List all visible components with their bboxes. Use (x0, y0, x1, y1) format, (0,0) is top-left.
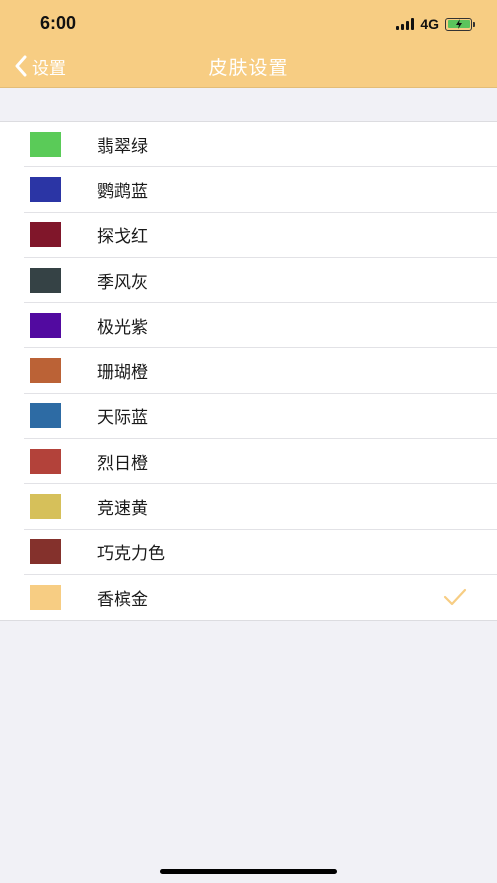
skin-row[interactable]: 烈日橙 (24, 439, 497, 485)
skin-row[interactable]: 鹦鹉蓝 (24, 167, 497, 213)
color-swatch (30, 222, 61, 248)
skin-row[interactable]: 极光紫 (24, 303, 497, 349)
skin-row[interactable]: 巧克力色 (24, 530, 497, 575)
color-swatch (30, 494, 61, 520)
color-swatch (30, 312, 61, 338)
skin-name: 竞速黄 (97, 499, 148, 520)
color-swatch (30, 176, 61, 202)
skin-name: 巧克力色 (97, 544, 165, 565)
skin-name: 翡翠绿 (97, 136, 148, 157)
home-indicator[interactable] (160, 869, 337, 874)
status-indicators: 4G (396, 15, 475, 33)
navigation-header: 6:00 4G 设置 皮肤设置 (0, 0, 497, 88)
skin-row[interactable]: 珊瑚橙 (24, 348, 497, 394)
status-time: 6:00 (40, 13, 77, 33)
skin-row[interactable]: 天际蓝 (24, 394, 497, 440)
skin-name: 季风灰 (97, 272, 148, 293)
battery-icon (445, 17, 475, 31)
skin-row[interactable]: 翡翠绿 (24, 122, 497, 168)
color-swatch (30, 448, 61, 474)
skin-name: 珊瑚橙 (97, 363, 148, 384)
color-swatch (30, 539, 61, 565)
color-swatch (30, 131, 61, 157)
skin-row[interactable]: 探戈红 (24, 213, 497, 258)
skin-row[interactable]: 季风灰 (24, 258, 497, 304)
color-swatch (30, 267, 61, 293)
signal-icon (396, 18, 415, 30)
color-swatch (30, 403, 61, 429)
skin-row[interactable]: 香槟金 (24, 575, 497, 620)
skin-name: 鹦鹉蓝 (97, 181, 148, 202)
skin-name: 探戈红 (97, 227, 148, 248)
skin-name: 天际蓝 (97, 408, 148, 429)
skin-name: 香槟金 (97, 590, 148, 611)
checkmark-icon (443, 588, 467, 606)
skin-list: 翡翠绿鹦鹉蓝探戈红季风灰极光紫珊瑚橙天际蓝烈日橙竞速黄巧克力色香槟金 (0, 121, 497, 622)
page-title: 皮肤设置 (208, 57, 289, 79)
color-swatch (30, 358, 61, 384)
skin-row[interactable]: 竞速黄 (24, 484, 497, 530)
color-swatch (30, 585, 61, 611)
skin-name: 极光紫 (97, 317, 148, 338)
network-type: 4G (420, 16, 439, 32)
skin-name: 烈日橙 (97, 453, 148, 474)
